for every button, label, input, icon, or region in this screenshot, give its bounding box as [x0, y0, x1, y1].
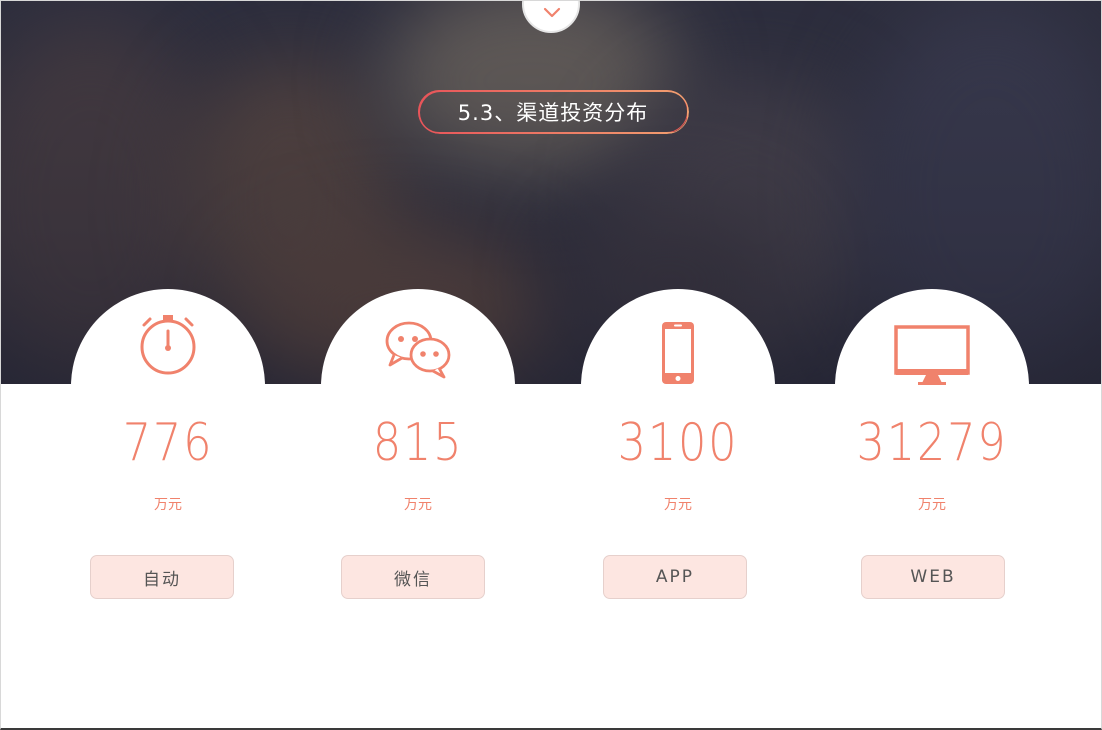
channel-button-app[interactable]: APP [603, 555, 747, 599]
channel-button-web[interactable]: WEB [861, 555, 1005, 599]
investment-value: 3100 [617, 413, 739, 473]
unit-label: 万元 [664, 497, 692, 513]
stopwatch-icon [71, 309, 265, 377]
chevron-down-icon [543, 7, 561, 18]
unit-label: 万元 [154, 497, 182, 513]
slide-frame: 5.3、渠道投资分布 776 万元 自动 815 万元 微信 3100 万元 A… [0, 0, 1102, 730]
wechat-icon [321, 319, 515, 379]
unit-label: 万元 [918, 497, 946, 513]
investment-value: 31279 [856, 413, 1008, 473]
unit-label: 万元 [404, 497, 432, 513]
channel-button-wechat[interactable]: 微信 [341, 555, 485, 599]
smartphone-icon [581, 321, 775, 385]
section-title-text: 5.3、渠道投资分布 [457, 100, 649, 125]
section-title: 5.3、渠道投资分布 [418, 90, 688, 133]
investment-value: 815 [372, 413, 464, 473]
investment-value: 776 [122, 413, 214, 473]
channel-button-auto[interactable]: 自动 [90, 555, 234, 599]
monitor-icon [835, 325, 1029, 387]
